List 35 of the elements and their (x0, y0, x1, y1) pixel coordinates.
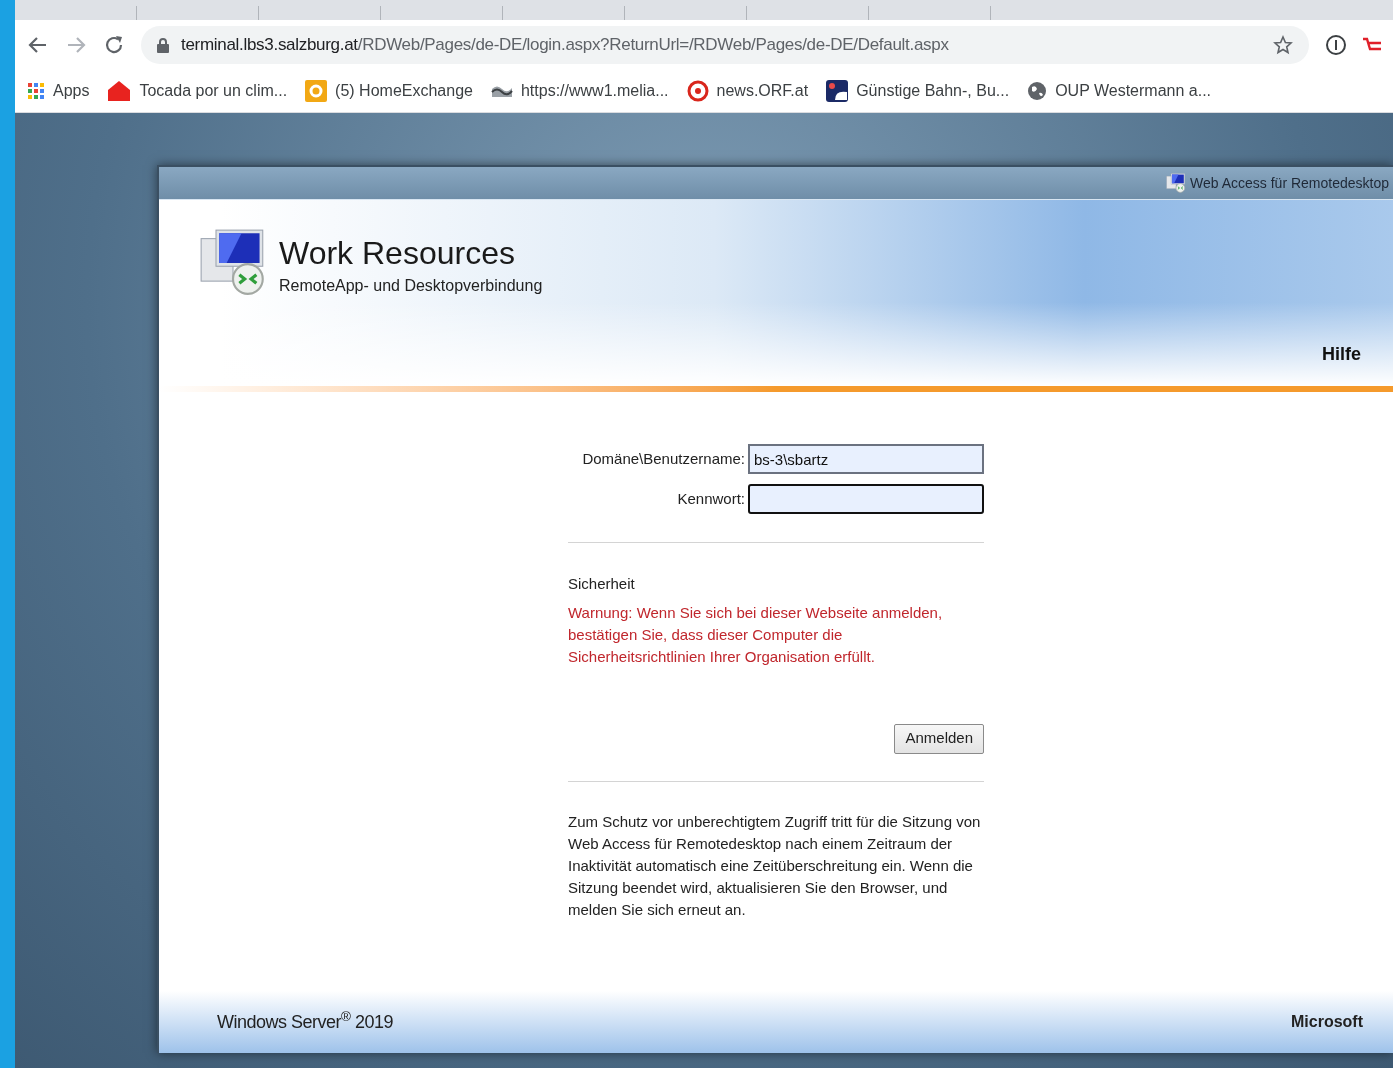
header-bar-title: Web Access für Remotedesktop (1190, 173, 1389, 193)
username-field[interactable]: bs-3\sbartz (748, 444, 984, 474)
apps-grid-icon (27, 82, 45, 100)
address-bar[interactable]: terminal.lbs3.salzburg.at/RDWeb/Pages/de-DE/login.aspx?ReturnUrl=/RDWeb/Pages/de-DE/Default.aspx (141, 26, 1309, 64)
info-circle-icon[interactable] (1325, 34, 1347, 56)
bookmark-item[interactable]: OUP Westermann a... (1027, 79, 1212, 103)
brand-name: Microsoft (1291, 1012, 1363, 1032)
field-label: Kennwort: (677, 488, 745, 509)
globe-icon (1027, 81, 1048, 101)
security-warning: Warnung: Wenn Sie sich bei dieser Webseite anmelden, bestätigen Sie, dass dieser Computer die Sicherheitsrichtlinien Ihrer Organisation erfüllt. (568, 602, 944, 667)
product-name: Windows Server$^{®}$ 2019 (217, 1008, 394, 1034)
remote-desktop-icon (1166, 173, 1187, 193)
bookmark-item[interactable]: Apps (27, 79, 90, 103)
url-text: terminal.lbs3.salzburg.at/RDWeb/Pages/de-DE/login.aspx?ReturnUrl=/RDWeb/Pages/de-DE/Default.aspx (181, 34, 950, 57)
ring-icon (305, 80, 328, 102)
password-field[interactable] (748, 484, 984, 514)
bookmark-item[interactable]: Tocada por un clim... (107, 79, 288, 103)
train-logo-icon (826, 80, 849, 102)
bookmark-item[interactable]: Günstige Bahn-, Bu... (826, 79, 1010, 103)
bookmark-item[interactable]: https://www1.melia... (490, 79, 669, 103)
security-heading: Sicherheit (568, 574, 636, 594)
bookmark-item[interactable]: (5) HomeExchange (305, 79, 473, 103)
reload-icon[interactable] (103, 34, 125, 56)
remote-desktop-icon (199, 228, 267, 296)
house-icon (107, 80, 132, 102)
help-link[interactable]: Hilfe (1322, 341, 1361, 368)
sign-in-button[interactable]: Anmelden (894, 723, 984, 754)
page-subtitle: RemoteApp- und Desktopverbindung (279, 276, 543, 296)
page-title: Work Resources (279, 234, 516, 272)
target-icon (686, 80, 709, 102)
field-label: Domäne\Benutzername: (582, 448, 745, 469)
bookmark-item[interactable]: news.ORF.at (686, 79, 809, 103)
session-info-text: Zum Schutz vor unberechtigtem Zugriff tritt für die Sitzung von Web Access für Remotedesktop nach einem Zeitraum der Inaktivität automatisch eine Zeitüberschreitung ein. Wenn die Sitzung beendet wird, aktualisieren Sie den Browser, und melden Sie sich erneut an. (568, 811, 982, 920)
star-icon[interactable] (1273, 35, 1293, 55)
lock-icon (157, 37, 169, 53)
